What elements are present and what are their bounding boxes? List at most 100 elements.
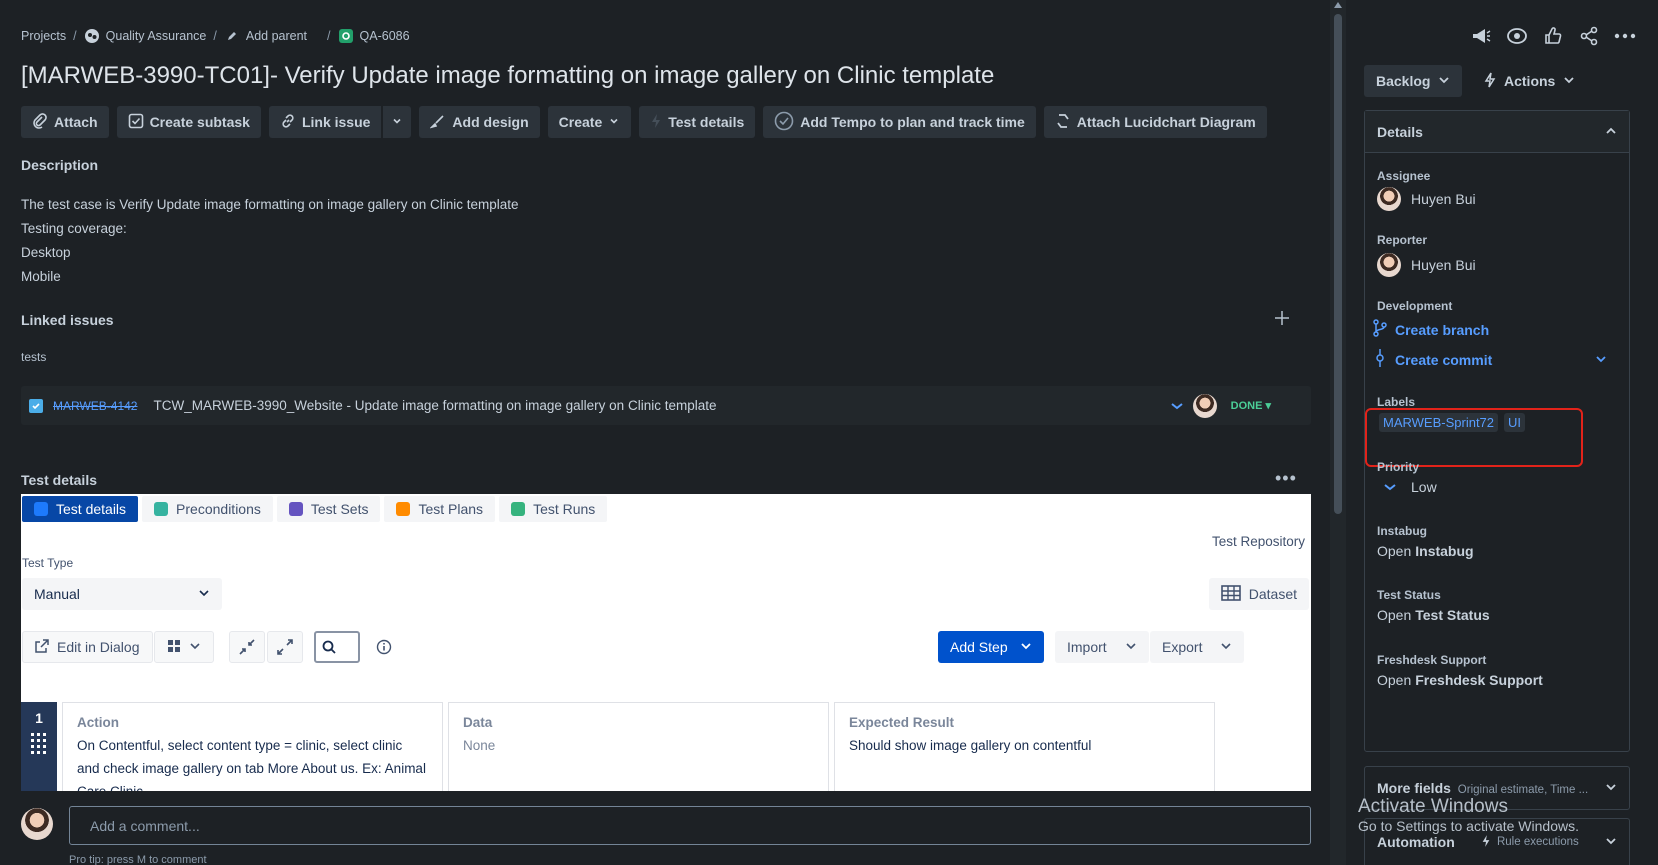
create-subtask-button[interactable]: Create subtask [116,106,261,138]
breadcrumb-project[interactable]: Quality Assurance [84,28,207,44]
label-tag[interactable]: UI [1504,413,1526,432]
chevron-down-icon[interactable] [1595,352,1607,368]
add-parent-label[interactable]: Add parent [246,29,307,43]
description-line: Desktop [21,245,71,260]
view-mode-dropdown[interactable] [154,631,214,663]
add-tempo-button[interactable]: Add Tempo to plan and track time [763,106,1036,138]
open-label: Open [1377,672,1412,688]
tab-test-runs[interactable]: Test Runs [499,496,608,522]
export-button[interactable]: Export [1150,631,1245,663]
label-tag[interactable]: MARWEB-Sprint72 [1379,413,1499,432]
status-label: Backlog [1376,73,1431,89]
megaphone-icon[interactable] [1470,25,1492,47]
tab-label: Test Plans [418,501,484,517]
step-data-cell[interactable]: Data None [448,702,829,791]
description-line: Mobile [21,269,61,284]
search-input[interactable] [314,631,360,663]
create-branch-label: Create branch [1395,321,1490,338]
comment-protip: Pro tip: press M to comment [69,854,207,865]
dataset-button[interactable]: Dataset [1208,578,1309,610]
tab-test-plans[interactable]: Test Plans [384,496,496,522]
more-fields-hint: Original estimate, Time ... [1457,784,1589,796]
create-button[interactable]: Create [547,106,632,138]
issue-key-label[interactable]: QA-6086 [360,29,410,43]
breadcrumb-issue-key[interactable]: QA-6086 [338,28,410,44]
watermark-line1: Activate Windows [1358,796,1508,817]
step-number[interactable]: 1 [21,702,57,791]
open-freshdesk-link[interactable]: Open Freshdesk Support [1377,672,1543,688]
scrollbar-thumb[interactable] [1334,14,1342,514]
tab-label: Test Sets [310,501,369,517]
instabug-label: Instabug [1377,524,1427,538]
details-panel: Details Assignee Huyen Bui Reporter Huye… [1364,110,1630,752]
status-dropdown[interactable]: Backlog [1364,65,1463,97]
details-header[interactable]: Details [1365,111,1629,153]
linked-issue-key[interactable]: MARWEB-4142 [53,399,137,413]
test-runs-icon [511,502,526,516]
comment-input[interactable]: Add a comment... [69,806,1311,845]
watch-eye-icon[interactable] [1506,25,1528,47]
linked-issue-row[interactable]: MARWEB-4142 TCW_MARWEB-3990_Website - Up… [21,386,1311,425]
test-type-select[interactable]: Manual [22,578,222,610]
add-design-label: Add design [452,114,529,130]
branch-icon [1373,319,1387,340]
description-line: The test case is Verify Update image for… [21,197,519,212]
add-step-button[interactable]: Add Step [938,631,1044,663]
reporter-field[interactable]: Huyen Bui [1377,253,1476,277]
attach-lucidchart-label: Attach Lucidchart Diagram [1076,114,1256,130]
tab-preconditions[interactable]: Preconditions [142,496,273,522]
priority-field[interactable]: Low [1383,479,1437,495]
chevron-down-icon [608,114,620,130]
link-issue-dropdown[interactable] [382,106,412,138]
more-options-icon[interactable] [1614,25,1636,47]
create-commit-link[interactable]: Create commit [1375,349,1607,370]
expand-icon[interactable] [267,631,303,663]
more-options-icon[interactable]: ••• [1275,468,1297,489]
chevron-down-icon [1563,73,1575,89]
attach-button[interactable]: Attach [21,106,109,138]
share-icon[interactable] [1578,25,1600,47]
test-details-tabs: Test details Preconditions Test Sets Tes… [22,496,608,522]
open-instabug-link[interactable]: Open Instabug [1377,543,1474,559]
edit-in-dialog-label: Edit in Dialog [57,639,140,655]
linked-issues-heading: Linked issues [21,312,114,328]
test-repository-link[interactable]: Test Repository [1212,534,1305,549]
attach-lucidchart-button[interactable]: Attach Lucidchart Diagram [1043,106,1267,138]
step-expected-cell[interactable]: Expected Result Should show image galler… [834,702,1215,791]
import-button[interactable]: Import [1055,631,1149,663]
breadcrumb-projects[interactable]: Projects [21,29,66,43]
status-badge[interactable]: DONE ▾ [1231,399,1271,412]
priority-low-icon [1383,479,1397,495]
labels-field[interactable]: MARWEB-Sprint72 UI [1379,413,1526,432]
labels-label: Labels [1377,395,1416,409]
test-details-button[interactable]: Test details [639,106,756,138]
tab-test-details[interactable]: Test details [22,496,139,522]
actions-dropdown[interactable]: Actions [1472,65,1587,97]
scroll-up-arrow-icon[interactable] [1334,2,1342,8]
breadcrumb-project-label[interactable]: Quality Assurance [106,29,207,43]
info-icon[interactable] [376,639,392,658]
thumbs-up-icon[interactable] [1542,25,1564,47]
description-body[interactable]: The test case is Verify Update image for… [21,193,519,289]
linked-issue-summary[interactable]: TCW_MARWEB-3990_Website - Update image f… [153,398,716,413]
create-branch-link[interactable]: Create branch [1373,319,1489,340]
step-action-cell[interactable]: Action On Contentful, select content typ… [62,702,443,791]
rule-executions-label: Rule executions [1496,836,1579,848]
drag-handle-icon[interactable] [21,732,57,757]
issue-title[interactable]: [MARWEB-3990-TC01]- Verify Update image … [21,62,994,90]
link-issue-button[interactable]: Link issue [268,106,382,138]
avatar [21,808,53,840]
add-parent-button[interactable]: Add parent [224,28,307,44]
open-test-status-link[interactable]: Open Test Status [1377,607,1490,623]
edit-in-dialog-button[interactable]: Edit in Dialog [22,631,153,663]
add-design-button[interactable]: Add design [419,106,540,138]
tab-test-sets[interactable]: Test Sets [276,496,381,522]
issue-sidebar: Backlog Actions Details Assignee Huyen B… [1346,0,1658,865]
collapse-icon[interactable] [229,631,265,663]
search-icon [322,640,336,657]
lightning-icon [1481,834,1491,851]
breadcrumb-projects-label[interactable]: Projects [21,29,66,43]
assignee-field[interactable]: Huyen Bui [1377,187,1476,211]
main-scrollbar[interactable] [1330,0,1346,865]
add-linked-issue-icon[interactable] [1273,309,1291,330]
